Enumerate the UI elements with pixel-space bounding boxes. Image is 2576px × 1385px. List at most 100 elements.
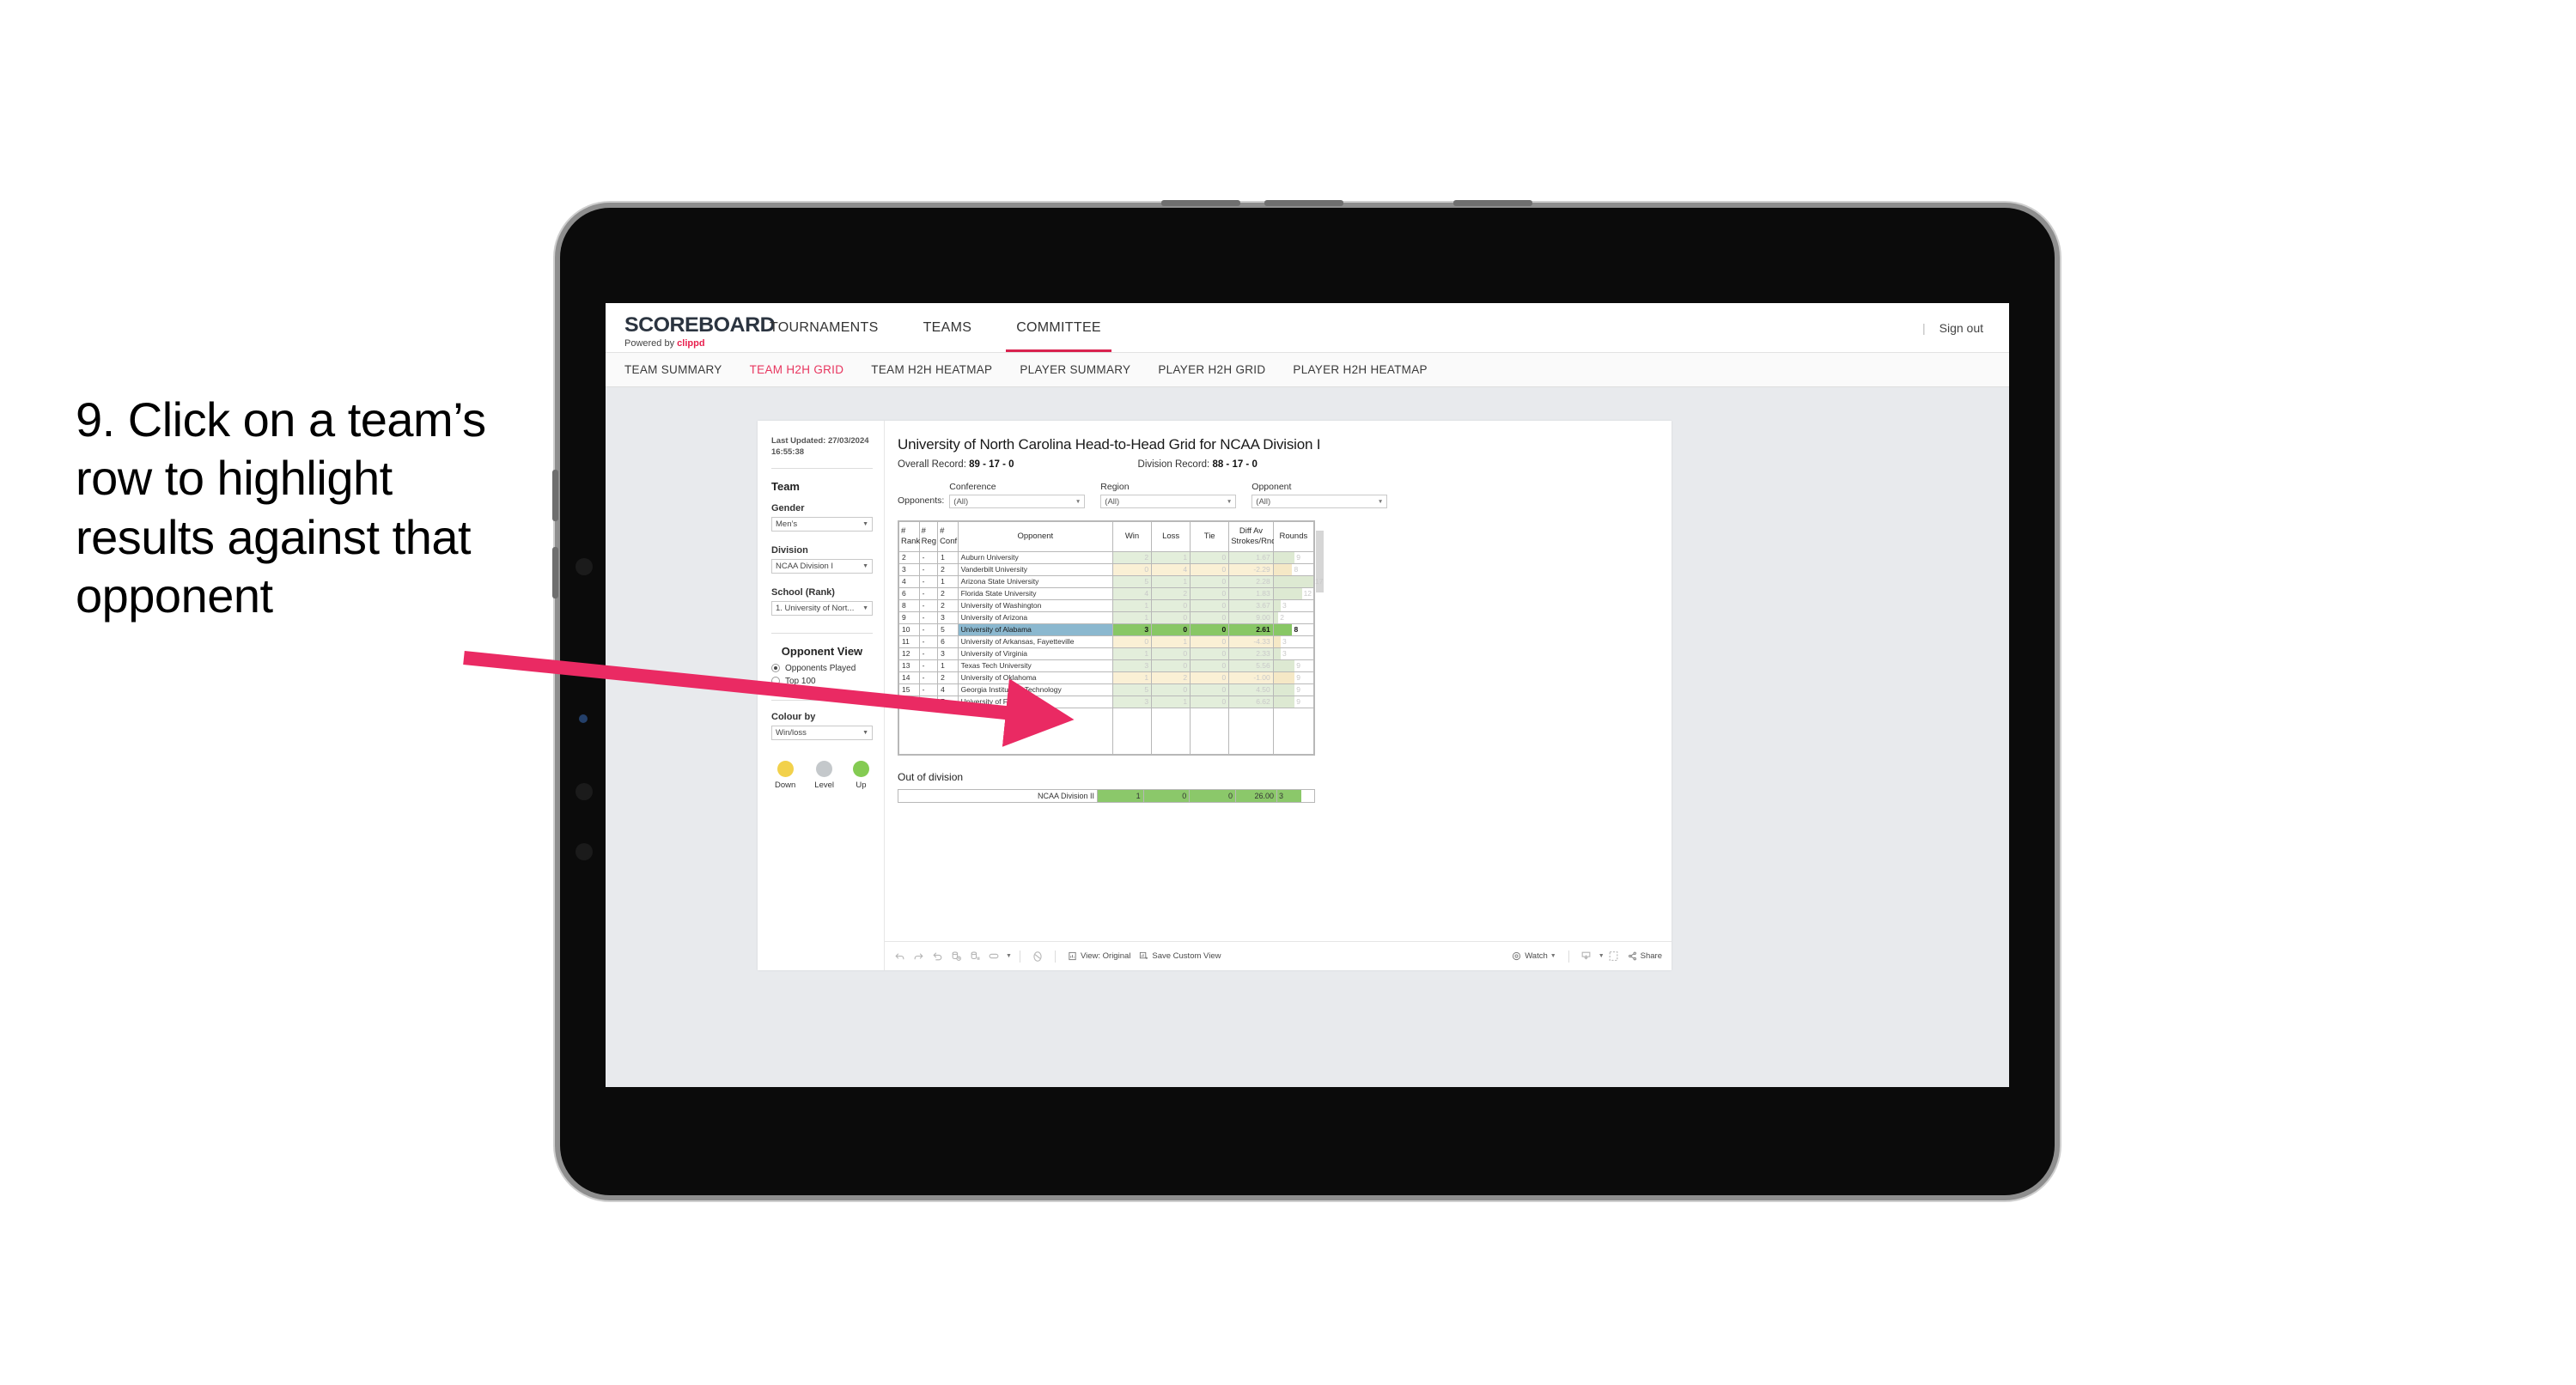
cell-opponent: Georgia Institute of Technology: [957, 683, 1113, 696]
table-row[interactable]: 3-2 Vanderbilt University 0 4 0 -2.29 8: [898, 562, 1315, 576]
cell-opponent: University of Florida: [957, 695, 1113, 708]
cell-reg: -: [918, 623, 939, 636]
table-row[interactable]: 4-1 Arizona State University 5 1 0 2.28 17: [898, 574, 1323, 588]
highlighter-icon[interactable]: [1028, 947, 1047, 966]
app-header: SCOREBOARD Powered by clippd TOURNAMENTS…: [606, 303, 2009, 353]
opponent-view-heading: Opponent View: [781, 644, 863, 658]
radio-top-100[interactable]: Top 100: [771, 677, 873, 686]
cell-conf: 1: [937, 574, 959, 588]
toolbar-divider-3: [1568, 950, 1569, 963]
cell-win: 2: [1111, 550, 1153, 564]
undo-icon[interactable]: [890, 947, 909, 966]
subnav-player-h2h-grid[interactable]: PLAYER H2H GRID: [1158, 363, 1265, 376]
division-label: Division: [771, 544, 808, 556]
table-row[interactable]: 9-3 University of Arizona 1 0 0 9.00 2: [898, 610, 1315, 624]
conference-filter-select[interactable]: (All) ▼: [949, 495, 1086, 508]
cell-rank: 9: [898, 610, 920, 624]
revert-icon[interactable]: [928, 947, 947, 966]
cell-conf: 1: [937, 550, 959, 564]
table-row[interactable]: 12-3 University of Virginia 1 0 0 2.33 3: [898, 647, 1315, 660]
view-original-button[interactable]: View: Original: [1068, 951, 1130, 961]
radio-opponents-played[interactable]: Opponents Played: [771, 664, 873, 673]
table-row[interactable]: 13-1 Texas Tech University 3 0 0 5.56 9: [898, 659, 1315, 672]
nav-committee[interactable]: COMMITTEE: [994, 303, 1124, 352]
powered-by-text: Powered by: [624, 338, 678, 349]
refresh-data-icon[interactable]: [947, 947, 965, 966]
cell-rank: 11: [898, 635, 920, 648]
cell-reg: -: [918, 610, 939, 624]
region-filter-select[interactable]: (All) ▼: [1100, 495, 1237, 508]
table-row[interactable]: 15-4 Georgia Institute of Technology 5 0 0 4.…: [898, 683, 1315, 696]
cell-diff: -1.00: [1228, 671, 1274, 684]
chevron-down-icon[interactable]: ▼: [1006, 953, 1012, 959]
out-of-division-row[interactable]: NCAA Division II 1 0 0 26.00 3: [898, 788, 1315, 803]
chevron-down-icon[interactable]: ▼: [1550, 953, 1556, 959]
school-value: 1. University of Nort...: [776, 603, 855, 613]
gender-select[interactable]: Men’s ▼: [771, 516, 873, 532]
opponent-filter-select[interactable]: (All) ▼: [1251, 495, 1388, 508]
grid-header-row: # Rank # Reg # Conf Opponent Win Loss Ti…: [898, 521, 1315, 552]
watch-button[interactable]: Watch ▼: [1512, 951, 1556, 961]
filter-sidebar: Last Updated: 27/03/2024 16:55:38 Team G…: [758, 421, 885, 970]
download-icon[interactable]: [1577, 947, 1596, 966]
cell-loss: 1: [1151, 695, 1191, 708]
pan-mode-icon[interactable]: [984, 947, 1003, 966]
chevron-down-icon[interactable]: ▼: [1599, 953, 1605, 959]
region-filter: Region (All) ▼: [1100, 482, 1237, 508]
opponent-filter-label: Opponent: [1251, 482, 1292, 492]
cell-rounds: 9: [1272, 683, 1315, 696]
table-row[interactable]: 2-1 Auburn University 2 1 0 1.67 9: [898, 550, 1315, 564]
overall-record-label: Overall Record:: [898, 459, 970, 470]
subnav-team-h2h-heatmap[interactable]: TEAM H2H HEATMAP: [871, 363, 992, 376]
cell-opponent: University of Alabama: [957, 623, 1113, 636]
share-button[interactable]: Share: [1628, 951, 1662, 961]
redo-icon[interactable]: [909, 947, 928, 966]
chevron-down-icon: ▼: [862, 562, 868, 569]
cell-reg: -: [918, 598, 939, 612]
colour-by-select[interactable]: Win/loss ▼: [771, 725, 873, 740]
cell-conf: 3: [937, 647, 959, 660]
nav-tournaments[interactable]: TOURNAMENTS: [747, 303, 901, 352]
subnav-player-h2h-heatmap[interactable]: PLAYER H2H HEATMAP: [1293, 363, 1427, 376]
subnav-player-summary[interactable]: PLAYER SUMMARY: [1020, 363, 1130, 376]
table-row[interactable]: 6-2 Florida State University 4 2 0 1.83 12: [898, 586, 1315, 600]
cell-rank: 3: [898, 562, 920, 576]
chevron-down-icon: ▼: [1075, 498, 1081, 505]
gender-value: Men’s: [776, 519, 798, 529]
grid-filler-cell: [1272, 707, 1315, 755]
cell-win: 1: [1111, 598, 1153, 612]
table-row[interactable]: 8-2 University of Washington 1 0 0 3.67 3: [898, 598, 1315, 612]
table-row[interactable]: 16-7 University of Florida 3 1 0 6.62 9: [898, 695, 1315, 708]
watch-label: Watch: [1525, 951, 1548, 961]
clippd-brand: clippd: [677, 338, 705, 349]
cell-opponent: University of Oklahoma: [957, 671, 1113, 684]
division-select[interactable]: NCAA Division I ▼: [771, 558, 873, 574]
col-opponent: Opponent: [957, 521, 1113, 552]
table-row[interactable]: 11-6 University of Arkansas, Fayetteville…: [898, 635, 1315, 648]
rounds-value: 9: [1296, 661, 1300, 671]
school-select[interactable]: 1. University of Nort... ▼: [771, 600, 873, 616]
rounds-bar: [1273, 587, 1302, 599]
main-panel: University of North Carolina Head-to-Hea…: [885, 421, 1672, 970]
cell-rank: 2: [898, 550, 920, 564]
records-row: Overall Record: 89 - 17 - 0 Division Rec…: [898, 459, 1657, 470]
opponent-filter-value: (All): [1256, 496, 1271, 507]
division-value: NCAA Division I: [776, 561, 834, 571]
save-custom-view-button[interactable]: Save Custom View: [1139, 951, 1221, 961]
table-row[interactable]: 10-5 University of Alabama 3 0 0 2.61 8: [898, 623, 1315, 636]
app-logo: SCOREBOARD Powered by clippd: [606, 303, 776, 352]
table-row[interactable]: 14-2 University of Oklahoma 1 2 0 -1.00 9: [898, 671, 1315, 684]
cell-diff: 5.56: [1228, 659, 1274, 672]
cell-conf: 1: [937, 659, 959, 672]
fullscreen-icon[interactable]: [1605, 947, 1623, 966]
pause-data-icon[interactable]: [965, 947, 984, 966]
subnav-team-summary[interactable]: TEAM SUMMARY: [624, 363, 722, 376]
subnav-team-h2h-grid[interactable]: TEAM H2H GRID: [750, 363, 844, 376]
signout-link[interactable]: Sign out: [1940, 321, 1983, 335]
cell-reg: -: [918, 635, 939, 648]
radio-icon: [771, 677, 780, 686]
cell-conf: 2: [937, 671, 959, 684]
cell-opponent: University of Arizona: [957, 610, 1113, 624]
nav-teams[interactable]: TEAMS: [901, 303, 995, 352]
cell-tie: 0: [1190, 659, 1230, 672]
